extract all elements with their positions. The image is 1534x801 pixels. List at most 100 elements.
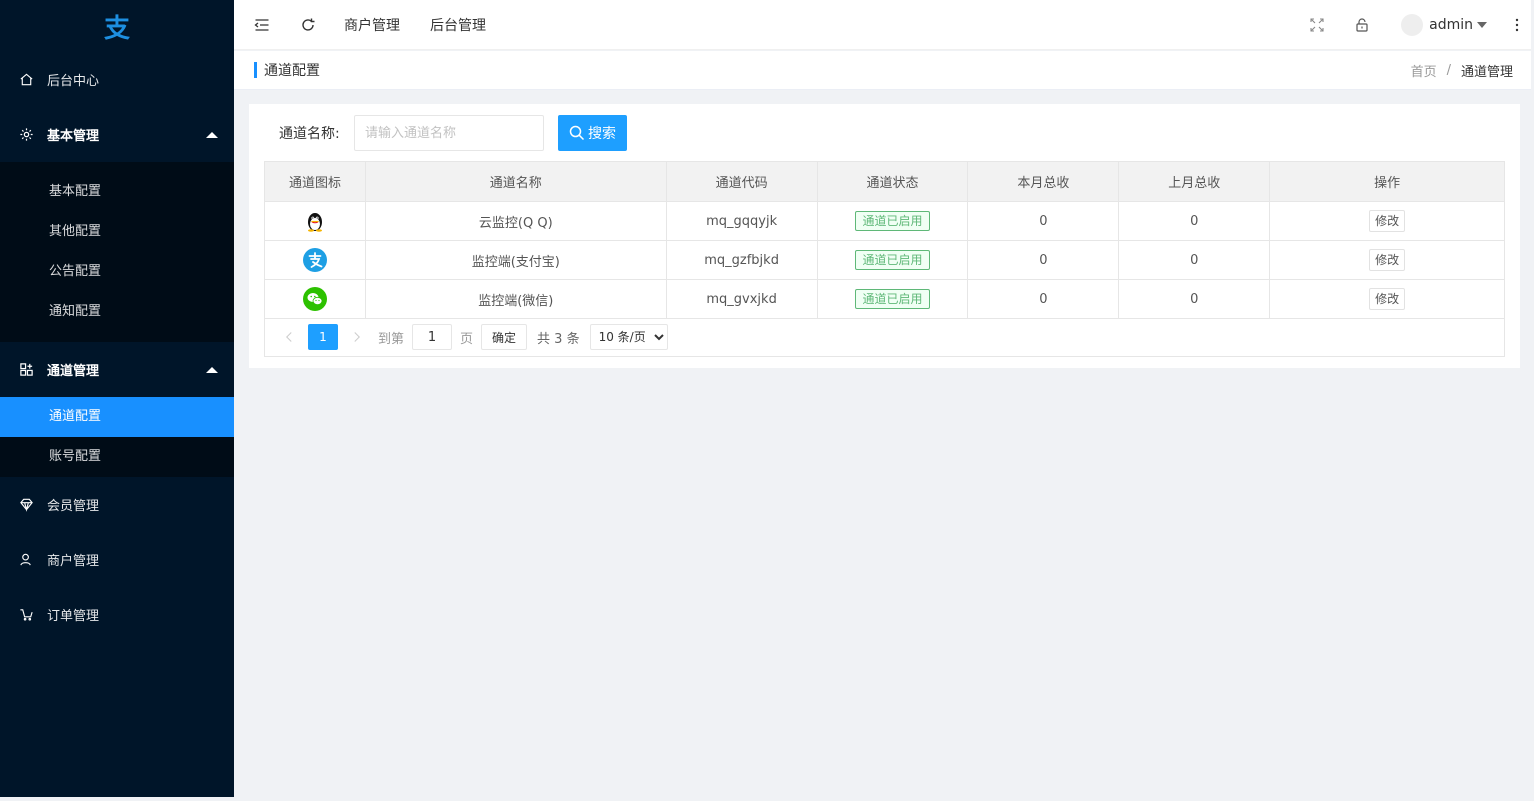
lock-button[interactable] <box>1347 0 1377 50</box>
channel-code: mq_gqqyjk <box>665 201 818 241</box>
page-size-select[interactable]: 10 条/页 <box>589 324 668 350</box>
sidebar-item-other-config[interactable]: 其他配置 <box>0 212 234 252</box>
sidebar-item-label: 订单管理 <box>47 609 100 624</box>
sidebar-item-channel-config[interactable]: 通道配置 <box>0 397 234 437</box>
sidebar-item-label: 会员管理 <box>47 499 100 514</box>
prev-page-button[interactable] <box>276 324 302 350</box>
logo-glyph: 支 <box>103 13 130 44</box>
last-month-total: 0 <box>1118 279 1271 319</box>
action-cell: 修改 <box>1269 201 1505 241</box>
table-header-row: 通道图标 通道名称 通道代码 通道状态 本月总收 上月总收 操作 <box>264 161 1505 202</box>
channel-icon-cell <box>264 201 366 241</box>
last-month-total: 0 <box>1118 201 1271 241</box>
sidebar-item-basic[interactable]: 基本管理 <box>0 107 234 162</box>
col-header-action: 操作 <box>1269 161 1505 202</box>
page-number-current[interactable]: 1 <box>308 324 338 350</box>
user-menu[interactable]: admin <box>1401 0 1487 50</box>
sidebar-item-label: 基本管理 <box>47 129 100 144</box>
channel-name: 监控端(支付宝) <box>364 240 667 280</box>
search-icon <box>569 125 585 141</box>
status-badge: 通道已启用 <box>855 250 930 270</box>
channel-code: mq_gvxjkd <box>665 279 818 319</box>
channel-code: mq_gzfbjkd <box>665 240 818 280</box>
home-icon <box>18 72 34 88</box>
table-row: 云监控(Q Q) mq_gqqyjk 通道已启用 0 0 修改 <box>264 201 1505 241</box>
page-titlebar: 通道配置 首页 / 通道管理 <box>234 51 1531 90</box>
search-button-label: 搜索 <box>588 126 616 142</box>
lock-icon <box>1356 18 1368 32</box>
caret-up-icon <box>206 366 218 373</box>
sidebar-item-home[interactable]: 后台中心 <box>0 52 234 107</box>
chevron-right-icon <box>354 332 360 342</box>
edit-button[interactable]: 修改 <box>1369 249 1406 271</box>
admin-username: admin <box>1429 17 1473 33</box>
page-title: 通道配置 <box>264 63 320 79</box>
goto-confirm-button[interactable]: 确定 <box>481 324 528 350</box>
sidebar-item-notice-config[interactable]: 公告配置 <box>0 252 234 292</box>
sidebar-item-label: 通道管理 <box>47 364 100 379</box>
more-vertical-icon <box>1515 18 1519 32</box>
refresh-button[interactable] <box>298 0 318 50</box>
sidebar-item-channel[interactable]: 通道管理 <box>0 342 234 397</box>
table-row: 监控端(支付宝) mq_gzfbjkd 通道已启用 0 0 修改 <box>264 240 1505 280</box>
sidebar-item-basic-config[interactable]: 基本配置 <box>0 172 234 212</box>
sidebar: 支 后台中心 基本管理 基本配置 其他配置 公告配置 通知配置 通道管理 通道配… <box>0 0 234 797</box>
title-accent-bar <box>254 62 257 78</box>
refresh-icon <box>302 18 315 31</box>
more-button[interactable] <box>1507 0 1527 50</box>
col-header-icon: 通道图标 <box>264 161 366 202</box>
user-icon <box>18 552 34 568</box>
action-cell: 修改 <box>1269 240 1505 280</box>
qq-icon <box>303 209 327 233</box>
sidebar-item-merchant[interactable]: 商户管理 <box>0 532 234 587</box>
col-header-status: 通道状态 <box>816 161 969 202</box>
pagination: 1 到第 页 确定 共 3 条 10 条/页 <box>264 318 1505 357</box>
goto-label: 到第 <box>378 331 405 347</box>
goto-page-input[interactable] <box>412 324 453 350</box>
wechat-icon <box>302 287 327 311</box>
search-label: 通道名称: <box>279 126 340 142</box>
channel-icon-cell <box>264 240 366 280</box>
header-right: admin <box>1302 0 1531 50</box>
avatar <box>1401 14 1424 36</box>
apps-icon <box>18 362 34 378</box>
cart-icon <box>18 607 34 623</box>
this-month-total: 0 <box>967 279 1120 319</box>
channel-name: 云监控(Q Q) <box>364 201 667 241</box>
submenu-basic: 基本配置 其他配置 公告配置 通知配置 <box>0 162 234 342</box>
col-header-this-month: 本月总收 <box>967 161 1120 202</box>
breadcrumb-current: 通道管理 <box>1460 65 1513 80</box>
chevron-left-icon <box>286 332 292 342</box>
breadcrumb-home[interactable]: 首页 <box>1411 61 1437 80</box>
menu-fold-icon <box>254 18 269 31</box>
logo[interactable]: 支 <box>0 0 234 52</box>
search-bar: 通道名称: 搜索 <box>249 115 1520 151</box>
sidebar-item-label: 商户管理 <box>47 554 100 569</box>
channel-name-input[interactable] <box>354 115 544 151</box>
header-link-admin[interactable]: 后台管理 <box>430 15 486 35</box>
edit-button[interactable]: 修改 <box>1369 210 1406 232</box>
status-badge: 通道已启用 <box>855 211 930 231</box>
search-button[interactable]: 搜索 <box>558 115 627 151</box>
next-page-button[interactable] <box>344 324 370 350</box>
sidebar-item-account-config[interactable]: 账号配置 <box>0 437 234 477</box>
sidebar-item-label: 后台中心 <box>47 74 100 89</box>
edit-button[interactable]: 修改 <box>1369 288 1406 310</box>
channel-status-cell: 通道已启用 <box>816 279 969 319</box>
col-header-name: 通道名称 <box>364 161 667 202</box>
channel-table: 通道图标 通道名称 通道代码 通道状态 本月总收 上月总收 操作 云监控(Q Q… <box>264 161 1505 319</box>
action-cell: 修改 <box>1269 279 1505 319</box>
this-month-total: 0 <box>967 240 1120 280</box>
header-link-merchant[interactable]: 商户管理 <box>344 15 400 35</box>
gear-icon <box>18 127 34 143</box>
sidebar-item-order[interactable]: 订单管理 <box>0 587 234 642</box>
channel-status-cell: 通道已启用 <box>816 240 969 280</box>
fullscreen-button[interactable] <box>1302 0 1332 50</box>
caret-down-icon <box>1477 22 1487 28</box>
collapse-menu-button[interactable] <box>252 0 272 50</box>
sidebar-item-member[interactable]: 会员管理 <box>0 477 234 532</box>
fullscreen-icon <box>1310 18 1324 32</box>
diamond-icon <box>18 497 34 513</box>
sidebar-item-notify-config[interactable]: 通知配置 <box>0 292 234 332</box>
top-header: 商户管理 后台管理 admin <box>234 0 1531 50</box>
